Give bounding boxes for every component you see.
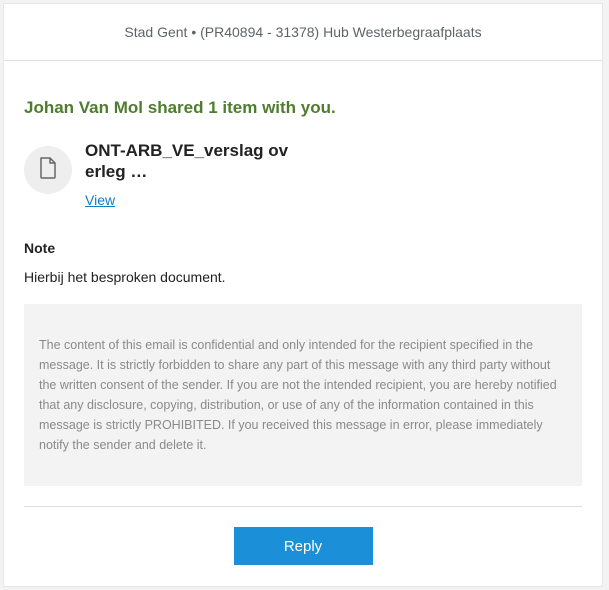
- item-info: ONT-ARB_VE_verslag ov erleg … View: [85, 140, 315, 210]
- header-title: Stad Gent • (PR40894 - 31378) Hub Wester…: [124, 24, 482, 40]
- view-link[interactable]: View: [85, 192, 115, 208]
- file-icon-circle: [24, 146, 72, 194]
- shared-item: ONT-ARB_VE_verslag ov erleg … View: [24, 140, 582, 210]
- note-text: Hierbij het besproken document.: [24, 269, 226, 285]
- note-label: Note: [24, 240, 56, 256]
- document-icon: [39, 156, 57, 184]
- divider: [24, 506, 582, 507]
- reply-button[interactable]: Reply: [233, 527, 373, 565]
- email-body: Johan Van Mol shared 1 item with you. ON…: [4, 97, 602, 565]
- reply-area: Reply: [24, 527, 582, 565]
- item-name: ONT-ARB_VE_verslag ov erleg …: [85, 141, 289, 181]
- confidentiality-disclaimer: The content of this email is confidentia…: [24, 304, 582, 486]
- shared-title: Johan Van Mol shared 1 item with you.: [24, 98, 336, 117]
- email-header: Stad Gent • (PR40894 - 31378) Hub Wester…: [4, 4, 602, 61]
- email-card: Stad Gent • (PR40894 - 31378) Hub Wester…: [3, 3, 603, 587]
